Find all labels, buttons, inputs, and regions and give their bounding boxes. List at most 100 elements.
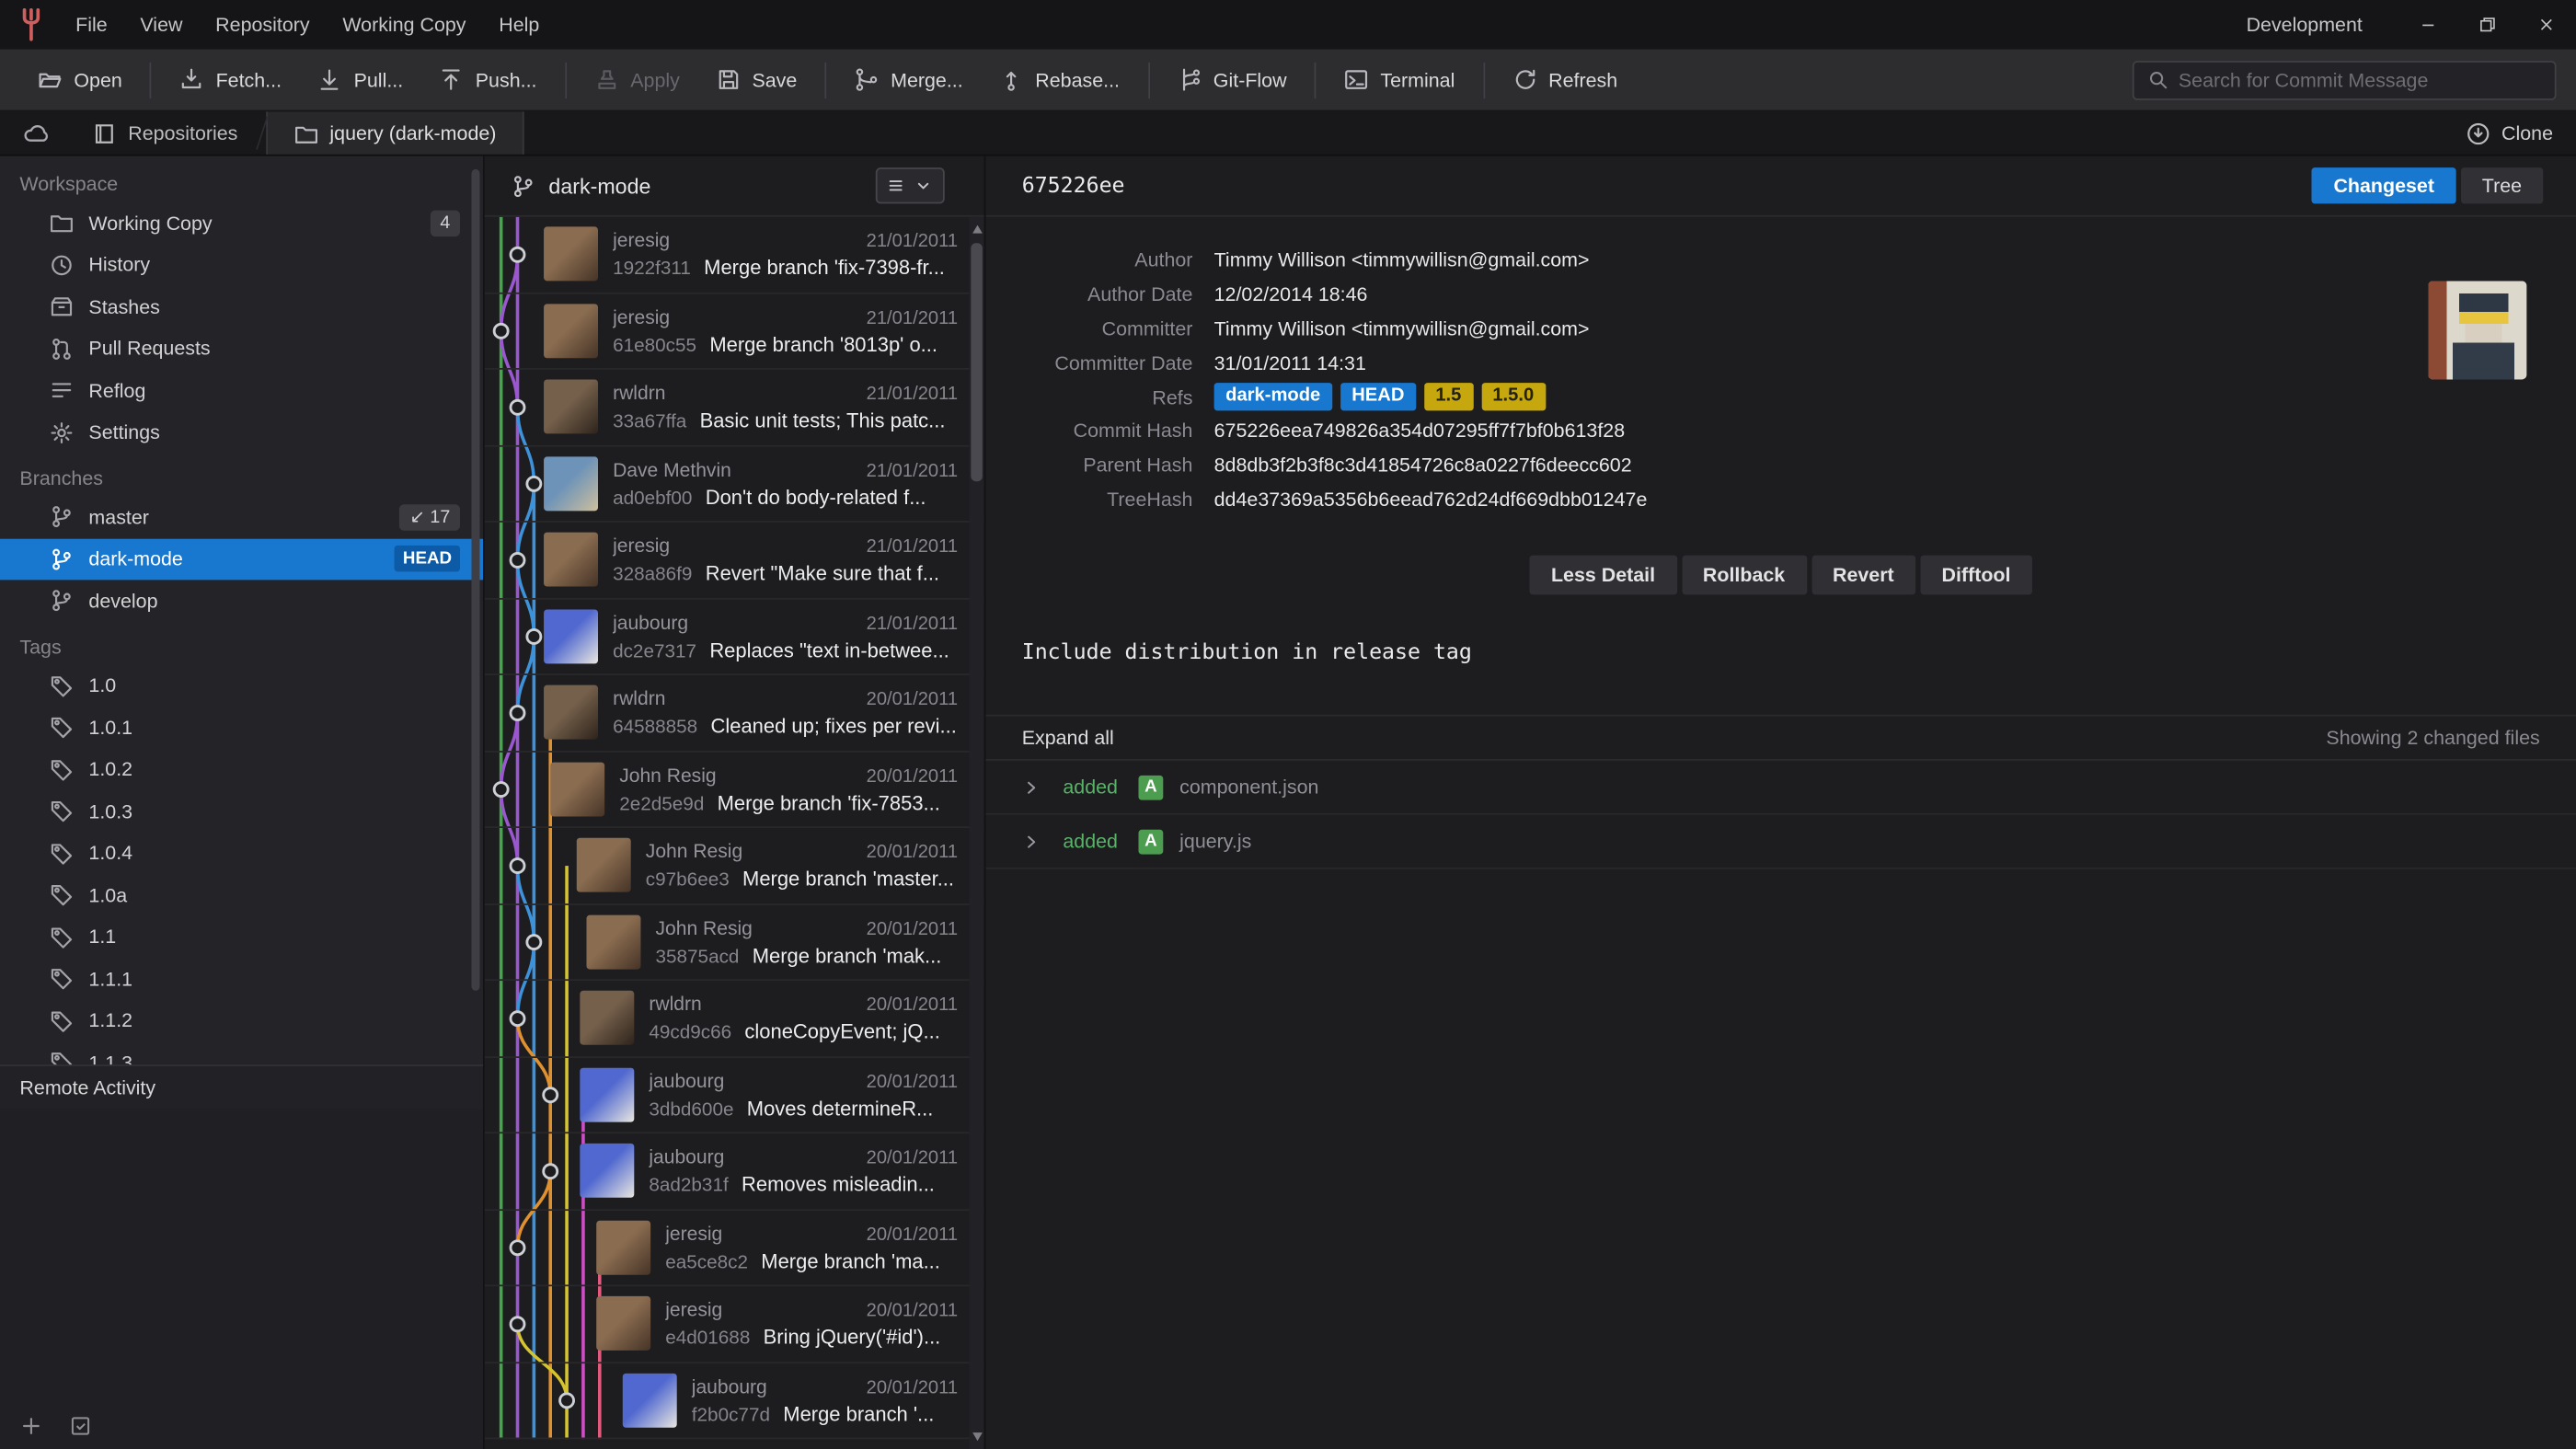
detail-action-button[interactable]: Rollback xyxy=(1682,556,1807,595)
commit-row[interactable]: rwldrn 21/01/2011 33a67ffa Basic unit te… xyxy=(485,370,984,446)
account-name[interactable]: Development xyxy=(2210,13,2398,36)
sidebar-item-reflog[interactable]: Reflog xyxy=(0,370,483,412)
scrollbar-thumb[interactable] xyxy=(971,243,983,481)
sidebar-item-tag[interactable]: 1.1.2 xyxy=(0,1000,483,1042)
commit-author: rwldrn xyxy=(613,382,665,405)
close-button[interactable] xyxy=(2517,0,2576,50)
ref-badge[interactable]: 1.5.0 xyxy=(1481,383,1546,410)
open-button[interactable]: Open xyxy=(19,57,140,103)
commit-row[interactable]: jaubourg 20/01/2011 8ad2b31f Removes mis… xyxy=(485,1133,984,1210)
expand-all-button[interactable]: Expand all xyxy=(1022,727,1114,750)
commit-fields: Author Timmy Willison <timmywillisn@gmai… xyxy=(985,243,2576,516)
ref-badge[interactable]: 1.5 xyxy=(1424,383,1473,410)
file-status: added xyxy=(1063,830,1119,853)
sidebar-item-tag[interactable]: 1.1.3 xyxy=(0,1041,483,1064)
commit-author: jaubourg xyxy=(692,1374,767,1397)
button-label: Open xyxy=(74,68,121,91)
commit-row[interactable]: rwldrn 20/01/2011 49cd9c66 cloneCopyEven… xyxy=(485,981,984,1057)
commit-list-scrollbar[interactable] xyxy=(970,217,984,1449)
tree-tab[interactable]: Tree xyxy=(2461,167,2544,203)
scroll-down-arrow[interactable] xyxy=(972,1432,982,1441)
commit-row[interactable]: jeresig 21/01/2011 61e80c55 Merge branch… xyxy=(485,293,984,370)
menu-item[interactable]: Working Copy xyxy=(326,0,482,50)
changeset-tab[interactable]: Changeset xyxy=(2312,167,2455,203)
commit-row[interactable]: John Resig 20/01/2011 35875acd Merge bra… xyxy=(485,904,984,981)
commit-row[interactable]: jeresig 21/01/2011 1922f311 Merge branch… xyxy=(485,217,984,293)
refresh-button[interactable]: Refresh xyxy=(1494,57,1636,103)
remotes-cloud-icon[interactable] xyxy=(0,111,73,154)
merge-button[interactable]: Merge... xyxy=(836,57,981,103)
scroll-up-arrow[interactable] xyxy=(972,225,982,234)
field-label: TreeHash xyxy=(1008,488,1192,511)
terminal-icon xyxy=(1344,67,1369,92)
commit-row[interactable]: jeresig 20/01/2011 ea5ce8c2 Merge branch… xyxy=(485,1210,984,1286)
sidebar-item-tag[interactable]: 1.0.3 xyxy=(0,790,483,833)
sidebar-item-tag[interactable]: 1.0 xyxy=(0,664,483,707)
sidebar-scrollbar-thumb[interactable] xyxy=(472,169,480,991)
sidebar-item-settings[interactable]: Settings xyxy=(0,411,483,454)
commit-row[interactable]: jaubourg 20/01/2011 f2b0c77d Merge branc… xyxy=(485,1363,984,1439)
detail-action-buttons: Less Detail Rollback Revert Difftool xyxy=(985,556,2576,595)
menu-item[interactable]: File xyxy=(59,0,123,50)
detail-action-button[interactable]: Revert xyxy=(1811,556,1915,595)
ref-badge[interactable]: dark-mode xyxy=(1214,383,1332,410)
commit-search-box[interactable] xyxy=(2133,60,2557,99)
fetch-button[interactable]: Fetch... xyxy=(162,57,300,103)
breadcrumb-repositories[interactable]: Repositories xyxy=(73,111,258,154)
sidebar-item-working-copy[interactable]: Working Copy 4 xyxy=(0,202,483,245)
menu-item[interactable]: Help xyxy=(482,0,556,50)
field-value: 675226eea749826a354d07295ff7f7bf0b613f28 xyxy=(1214,420,1626,443)
ref-badge[interactable]: HEAD xyxy=(1340,383,1416,410)
menu-item[interactable]: Repository xyxy=(199,0,326,50)
search-input[interactable] xyxy=(2179,68,2542,91)
commit-row[interactable]: jaubourg 21/01/2011 dc2e7317 Replaces "t… xyxy=(485,599,984,675)
commit-graph-panel: dark-mode jeresig 21/01/2011 xyxy=(485,156,986,1449)
sidebar-item-tag[interactable]: 1.0.2 xyxy=(0,748,483,790)
rebase-button[interactable]: Rebase... xyxy=(981,57,1137,103)
commit-row[interactable]: jeresig 21/01/2011 328a86f9 Revert "Make… xyxy=(485,523,984,599)
minimize-button[interactable] xyxy=(2398,0,2457,50)
sidebar-item-tag[interactable]: 1.0a xyxy=(0,874,483,916)
chevron-right-icon[interactable] xyxy=(1022,778,1041,797)
commit-row[interactable]: Dave Methvin 21/01/2011 ad0ebf00 Don't d… xyxy=(485,446,984,523)
commit-date: 20/01/2011 xyxy=(853,844,958,863)
commit-row[interactable]: rwldrn 20/01/2011 64588858 Cleaned up; f… xyxy=(485,675,984,752)
checkbox-icon[interactable] xyxy=(69,1415,92,1438)
commit-author: rwldrn xyxy=(613,687,665,710)
maximize-button[interactable] xyxy=(2457,0,2516,50)
add-button[interactable] xyxy=(19,1415,42,1438)
file-row[interactable]: added A jquery.js xyxy=(985,815,2576,869)
hash-fields: Commit Hash 675226eea749826a354d07295ff7… xyxy=(1008,414,2576,516)
sidebar-item-branch-dark-mode[interactable]: dark-mode HEAD xyxy=(0,538,483,581)
sidebar-item-tag[interactable]: 1.1 xyxy=(0,916,483,959)
commit-row[interactable]: jaubourg 20/01/2011 3dbd600e Moves deter… xyxy=(485,1057,984,1133)
clone-button[interactable]: Clone xyxy=(2443,111,2576,154)
menu-item[interactable]: View xyxy=(124,0,200,50)
terminal-button[interactable]: Terminal xyxy=(1326,57,1473,103)
sidebar-scrollbar[interactable] xyxy=(472,166,480,1052)
commit-list-options-button[interactable] xyxy=(876,167,945,203)
commit-row[interactable]: John Resig 20/01/2011 c97b6ee3 Merge bra… xyxy=(485,828,984,904)
view-switch: Changeset Tree xyxy=(2312,167,2543,203)
git-flow-button[interactable]: Git-Flow xyxy=(1159,57,1305,103)
sidebar-item-branch-develop[interactable]: develop xyxy=(0,580,483,622)
commit-row[interactable]: jeresig 20/01/2011 e4d01688 Bring jQuery… xyxy=(485,1286,984,1363)
tab-jquery-dark-mode[interactable]: jquery (dark-mode) xyxy=(266,111,524,154)
pull-button[interactable]: Pull... xyxy=(300,57,421,103)
commit-message: Don't do body-related f... xyxy=(706,486,926,509)
sidebar-item-stashes[interactable]: Stashes xyxy=(0,286,483,328)
file-row[interactable]: added A component.json xyxy=(985,761,2576,815)
file-name: jquery.js xyxy=(1179,830,1251,853)
chevron-right-icon[interactable] xyxy=(1022,833,1041,851)
sidebar-item-tag[interactable]: 1.0.4 xyxy=(0,832,483,874)
sidebar-item-branch-master[interactable]: master ↙ 17 xyxy=(0,496,483,538)
push-button[interactable]: Push... xyxy=(421,57,555,103)
detail-action-button[interactable]: Difftool xyxy=(1920,556,2031,595)
commit-row[interactable]: John Resig 20/01/2011 2e2d5e9d Merge bra… xyxy=(485,752,984,828)
sidebar-item-history[interactable]: History xyxy=(0,244,483,286)
sidebar-item-pull-requests[interactable]: Pull Requests xyxy=(0,328,483,370)
detail-action-button[interactable]: Less Detail xyxy=(1530,556,1677,595)
sidebar-item-tag[interactable]: 1.0.1 xyxy=(0,707,483,749)
save-button[interactable]: Save xyxy=(698,57,815,103)
sidebar-item-tag[interactable]: 1.1.1 xyxy=(0,958,483,1000)
